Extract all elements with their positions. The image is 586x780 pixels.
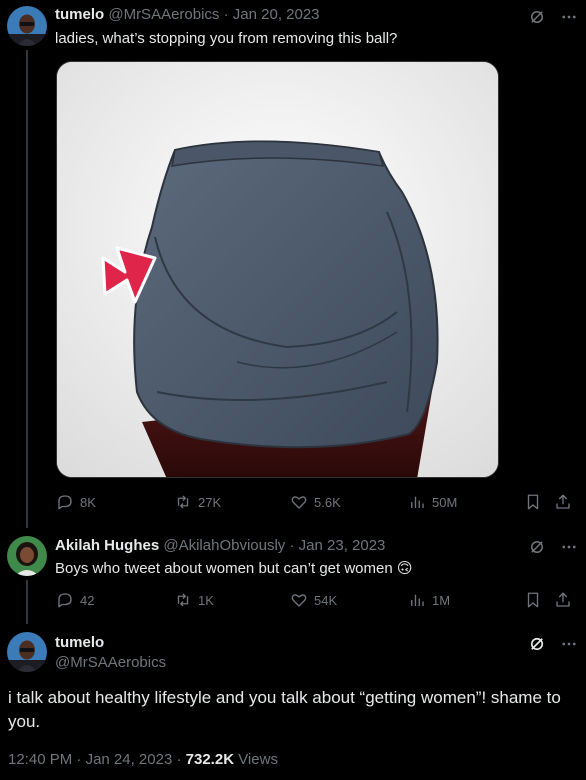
- views-button[interactable]: 1M: [408, 591, 450, 609]
- thread-line-1: [26, 50, 28, 528]
- grok-icon[interactable]: [528, 635, 546, 653]
- reply-icon: [58, 593, 72, 608]
- display-name[interactable]: tumelo: [55, 634, 104, 651]
- separator: ·: [289, 537, 295, 554]
- bookmark-icon: [527, 592, 539, 608]
- tweet-date[interactable]: Jan 20, 2023: [233, 6, 320, 23]
- grok-icon[interactable]: [528, 8, 546, 26]
- more-icon[interactable]: [560, 8, 578, 26]
- more-icon[interactable]: [560, 538, 578, 556]
- separator: ·: [223, 6, 229, 23]
- bookmark-icon: [527, 494, 539, 510]
- tweet-text: Boys who tweet about women but can’t get…: [55, 559, 555, 579]
- views-icon: [411, 496, 424, 508]
- tweet-text: ladies, what’s stopping you from removin…: [55, 30, 398, 47]
- retweet-icon: [177, 593, 189, 607]
- tweet-text: i talk about healthy lifestyle and you t…: [8, 688, 561, 731]
- reply-count: 8K: [80, 494, 96, 510]
- grok-icon[interactable]: [528, 538, 546, 556]
- tweet-time[interactable]: 12:40 PM: [8, 751, 72, 768]
- bookmark-button[interactable]: [524, 591, 542, 609]
- like-count: 54K: [314, 592, 338, 608]
- tweet-actions: 42 1K 54K 1M: [56, 591, 576, 611]
- share-button[interactable]: [554, 493, 572, 511]
- handle[interactable]: @AkilahObviously: [163, 537, 285, 554]
- reply-button[interactable]: 8K: [56, 493, 96, 511]
- tweet-corner-icons: [528, 8, 578, 26]
- tweet-image[interactable]: [56, 61, 499, 478]
- tweet-header: Akilah Hughes @AkilahObviously · Jan 23,…: [55, 537, 385, 554]
- share-button[interactable]: [554, 591, 572, 609]
- reply-button[interactable]: 42: [56, 591, 94, 609]
- avatar[interactable]: [7, 536, 47, 576]
- like-icon: [291, 594, 307, 607]
- views-count: 50M: [432, 494, 458, 510]
- like-button[interactable]: 54K: [290, 591, 337, 609]
- tweet-timestamp: 12:40 PM · Jan 24, 2023 · 732.2K Views: [8, 751, 278, 768]
- more-icon[interactable]: [560, 635, 578, 653]
- separator: ·: [76, 751, 82, 768]
- retweet-button[interactable]: 1K: [174, 591, 214, 609]
- views-button[interactable]: 50M: [408, 493, 457, 511]
- display-name[interactable]: Akilah Hughes: [55, 537, 159, 554]
- handle[interactable]: @MrSAAerobics: [55, 654, 166, 671]
- tweet-header: tumelo @MrSAAerobics · Jan 20, 2023: [55, 6, 320, 23]
- separator: ·: [176, 751, 182, 768]
- tweet-corner-icons: [528, 538, 578, 556]
- tweet-handle-row: @MrSAAerobics: [55, 654, 166, 671]
- reply-count: 42: [80, 592, 95, 608]
- share-icon: [556, 592, 570, 607]
- handle[interactable]: @MrSAAerobics: [108, 6, 219, 23]
- like-button[interactable]: 5.6K: [290, 493, 341, 511]
- tweet-header: tumelo: [55, 634, 104, 651]
- retweet-count: 1K: [198, 592, 214, 608]
- reply-icon: [58, 495, 72, 510]
- upside-down-face-emoji: 🙃: [396, 560, 413, 577]
- retweet-button[interactable]: 27K: [174, 493, 221, 511]
- tweet-corner-icons: [528, 635, 578, 653]
- share-icon: [556, 494, 570, 509]
- avatar[interactable]: [7, 632, 47, 672]
- tweet-text-body: Boys who tweet about women but can’t get…: [55, 560, 393, 577]
- tweet-date[interactable]: Jan 24, 2023: [86, 751, 173, 768]
- like-icon: [291, 496, 307, 509]
- like-count: 5.6K: [314, 494, 341, 510]
- views-icon: [411, 594, 424, 606]
- retweet-count: 27K: [198, 494, 222, 510]
- views-count: 1M: [432, 592, 451, 608]
- views-count[interactable]: 732.2K: [186, 751, 234, 768]
- thread-line-2: [26, 580, 28, 624]
- retweet-icon: [177, 495, 189, 509]
- views-label: Views: [238, 751, 278, 768]
- tweet-actions: 8K 27K 5.6K 50M: [56, 493, 576, 513]
- display-name[interactable]: tumelo: [55, 6, 104, 23]
- avatar[interactable]: [7, 6, 47, 46]
- tweet-date[interactable]: Jan 23, 2023: [299, 537, 386, 554]
- bookmark-button[interactable]: [524, 493, 542, 511]
